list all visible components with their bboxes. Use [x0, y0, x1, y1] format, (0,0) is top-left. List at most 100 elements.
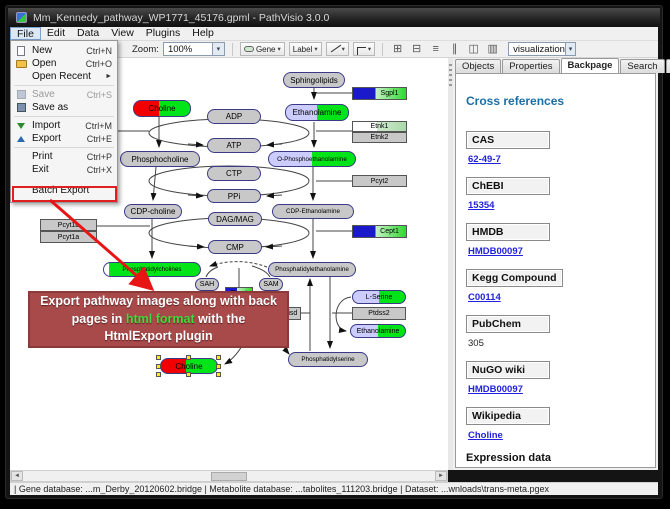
connector-dropdown-icon[interactable]: ▾	[368, 45, 371, 53]
gene-node[interactable]: Etnk1	[352, 121, 407, 132]
menu-item-save-as[interactable]: Save as	[11, 101, 117, 114]
selection-handle[interactable]	[216, 355, 221, 360]
gene-node[interactable]: Pcyt1b	[40, 219, 97, 231]
pathway-node[interactable]: ATP	[207, 138, 261, 153]
pathway-node[interactable]: L-Serine	[352, 290, 406, 304]
tab-objects[interactable]: Objects	[455, 59, 501, 73]
selection-handle[interactable]	[186, 355, 191, 360]
gene-node[interactable]: Pcyt1a	[40, 231, 97, 243]
zoom-combobox[interactable]: 100% ▾	[163, 42, 225, 56]
menu-data[interactable]: Data	[71, 27, 105, 40]
pathway-node[interactable]: Phosphatidylethanolamine	[268, 262, 356, 277]
pathway-node[interactable]: Phosphatidylcholines	[103, 262, 201, 277]
menu-edit[interactable]: Edit	[41, 27, 71, 40]
selection-handle[interactable]	[216, 364, 221, 369]
menu-item-open[interactable]: Open Ctrl+O	[11, 57, 117, 70]
stack-vertical-icon[interactable]: ∥	[447, 42, 462, 56]
pathway-node[interactable]: CDP-choline	[124, 204, 182, 219]
selection-handle[interactable]	[216, 372, 221, 377]
align-top-icon[interactable]: ◫	[466, 42, 481, 56]
gene-node[interactable]: Ptdss2	[352, 307, 406, 320]
tab-legend[interactable]: Legend	[666, 59, 670, 73]
zoom-label: Zoom:	[132, 44, 159, 55]
crossref-link[interactable]: HMDB00097	[468, 384, 645, 395]
label-dropdown-icon[interactable]: ▾	[314, 45, 317, 53]
visualization-combobox[interactable]: visualization ▾	[508, 42, 576, 56]
tab-search[interactable]: Search	[620, 59, 664, 73]
pathway-node[interactable]: SAH	[195, 278, 219, 291]
menu-help[interactable]: Help	[186, 27, 220, 40]
tab-backpage[interactable]: Backpage	[561, 58, 620, 73]
add-label-button[interactable]: Label ▾	[289, 42, 322, 56]
gene-node[interactable]: Cept1	[352, 225, 407, 238]
scroll-left-icon[interactable]: ◄	[11, 471, 23, 481]
scroll-track[interactable]	[23, 471, 435, 481]
align-bottom-icon[interactable]: ▥	[485, 42, 500, 56]
menu-item-print[interactable]: Print Ctrl+P	[11, 150, 117, 163]
title-bar[interactable]: Mm_Kennedy_pathway_WP1771_45176.gpml - P…	[8, 8, 660, 27]
menu-item-exit[interactable]: Exit Ctrl+X	[11, 163, 117, 176]
draw-connector-button[interactable]: ▾	[353, 42, 375, 56]
scroll-thumb[interactable]	[211, 472, 247, 481]
callout-line2: pages in html format with the	[72, 311, 246, 329]
menu-item-import[interactable]: Import Ctrl+M	[11, 119, 117, 132]
crossref-link[interactable]: Choline	[468, 430, 645, 441]
connector-tool-icon	[357, 47, 366, 55]
crossref-section: Kegg Compound C00114	[466, 268, 645, 303]
crossref-heading: Cross references	[466, 94, 645, 108]
selection-handle[interactable]	[186, 372, 191, 377]
menu-item-export[interactable]: Export Ctrl+E	[11, 132, 117, 145]
selection-handle[interactable]	[156, 355, 161, 360]
menu-item-open-recent[interactable]: Open Recent ►	[11, 70, 117, 83]
horizontal-scrollbar[interactable]: ◄ ►	[10, 470, 448, 482]
gene-dropdown-icon[interactable]: ▾	[278, 45, 281, 53]
menu-file[interactable]: File	[10, 27, 41, 40]
pathway-node[interactable]: ADP	[207, 109, 261, 124]
crossref-link[interactable]: C00114	[468, 292, 645, 303]
pathway-node[interactable]: CMP	[208, 240, 262, 254]
new-file-icon	[15, 45, 27, 56]
pathway-node[interactable]: Sphingolipids	[283, 72, 345, 88]
crossref-link[interactable]: 15354	[468, 200, 645, 211]
pathway-node[interactable]: Choline	[133, 100, 191, 117]
stack-horizontal-icon[interactable]: ≡	[428, 42, 443, 56]
menu-plugins[interactable]: Plugins	[140, 27, 186, 40]
selection-handle[interactable]	[156, 364, 161, 369]
gene-node-icon	[244, 46, 254, 52]
pathway-node[interactable]: CTP	[207, 166, 261, 181]
menu-item-save[interactable]: Save Ctrl+S	[11, 88, 117, 101]
backpage-panel[interactable]: Cross references CAS 62-49-7 ChEBI 15354…	[455, 73, 656, 468]
crossref-link[interactable]: HMDB00097	[468, 246, 645, 257]
menu-item-new[interactable]: New Ctrl+N	[11, 44, 117, 57]
window-title: Mm_Kennedy_pathway_WP1771_45176.gpml - P…	[33, 12, 329, 24]
draw-line-button[interactable]: ▾	[326, 42, 349, 56]
zoom-dropdown-icon[interactable]: ▾	[212, 43, 224, 55]
menu-view[interactable]: View	[105, 27, 140, 40]
pathway-node[interactable]: Ethanolamine	[350, 324, 406, 338]
expression-data-heading: Expression data	[466, 452, 645, 464]
pathway-node[interactable]: Ethanolamine	[285, 104, 349, 121]
gene-node[interactable]: Sgpl1	[352, 87, 407, 100]
menu-separator	[14, 85, 114, 86]
align-center-x-icon[interactable]: ⊞	[390, 42, 405, 56]
pathway-node[interactable]: SAM	[259, 278, 283, 291]
gene-node[interactable]: Pcyt2	[352, 175, 407, 187]
pathway-node[interactable]: O-Phosphoethanolamine	[268, 151, 356, 167]
submenu-arrow-icon: ►	[105, 73, 112, 80]
tab-properties[interactable]: Properties	[502, 59, 559, 73]
pathway-node[interactable]: CDP-Ethanolamine	[272, 204, 354, 219]
pathway-node[interactable]: Phosphatidylserine	[288, 352, 368, 367]
menu-separator	[14, 116, 114, 117]
pathway-node[interactable]: DAG/MAG	[208, 212, 262, 226]
add-gene-button[interactable]: Gene ▾	[240, 42, 285, 56]
line-dropdown-icon[interactable]: ▾	[342, 45, 345, 53]
scroll-right-icon[interactable]: ►	[435, 471, 447, 481]
gene-node[interactable]: Etnk2	[352, 132, 407, 143]
crossref-link[interactable]: 62-49-7	[468, 154, 645, 165]
align-center-y-icon[interactable]: ⊟	[409, 42, 424, 56]
crossref-section: ChEBI 15354	[466, 176, 645, 211]
visualization-dropdown-icon[interactable]: ▾	[565, 43, 575, 55]
pathway-node[interactable]: PPi	[207, 189, 261, 203]
pathway-node[interactable]: Phosphocholine	[120, 151, 200, 167]
selection-handle[interactable]	[156, 372, 161, 377]
